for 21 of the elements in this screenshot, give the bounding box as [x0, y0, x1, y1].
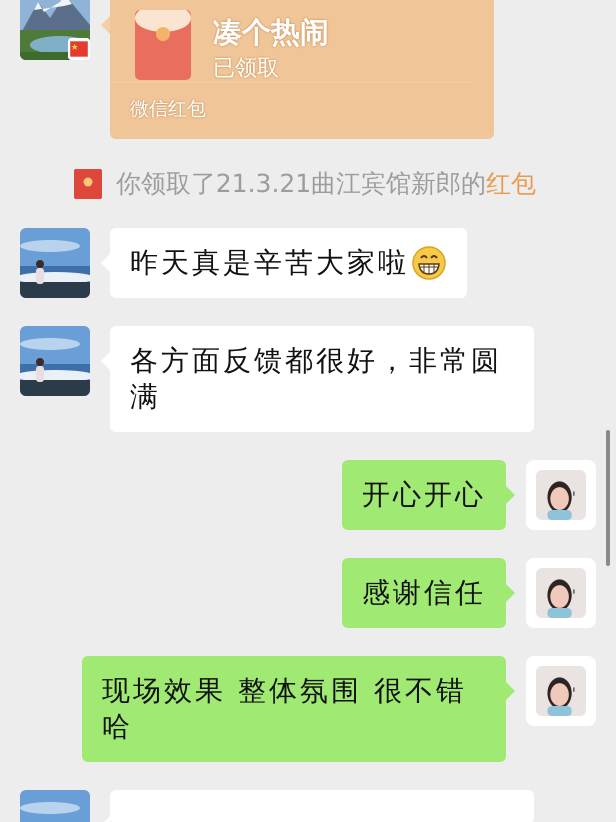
- avatar-frame[interactable]: [20, 326, 90, 396]
- message-bubble[interactable]: 各方面反馈都很好，非常圆满: [110, 326, 534, 432]
- avatar-frame[interactable]: [526, 656, 596, 726]
- message-bubble[interactable]: 昨天真是辛苦大家啦: [110, 228, 467, 298]
- bubble-tail: [506, 486, 515, 504]
- packet-footer: 微信红包: [110, 83, 494, 135]
- scrollbar[interactable]: [606, 430, 610, 566]
- envelope-icon: [135, 10, 191, 80]
- avatar-frame[interactable]: [526, 558, 596, 628]
- packet-status: 已领取: [213, 55, 280, 83]
- avatar-frame[interactable]: [20, 0, 90, 60]
- system-notice: 你领取了21.3.21曲江宾馆新郎的红包: [116, 168, 536, 200]
- packet-title: 凑个热闹: [213, 14, 329, 50]
- message-bubble[interactable]: 现场效果 整体氛围 很不错哈: [82, 656, 506, 762]
- avatar-frame[interactable]: [20, 228, 90, 298]
- avatar-frame[interactable]: [526, 460, 596, 530]
- bubble-tail: [506, 682, 515, 700]
- envelope-icon: [74, 168, 102, 198]
- message-bubble[interactable]: 开心开心: [342, 460, 506, 530]
- bubble-tail: [506, 584, 515, 602]
- message-bubble[interactable]: 感谢信任: [342, 558, 506, 628]
